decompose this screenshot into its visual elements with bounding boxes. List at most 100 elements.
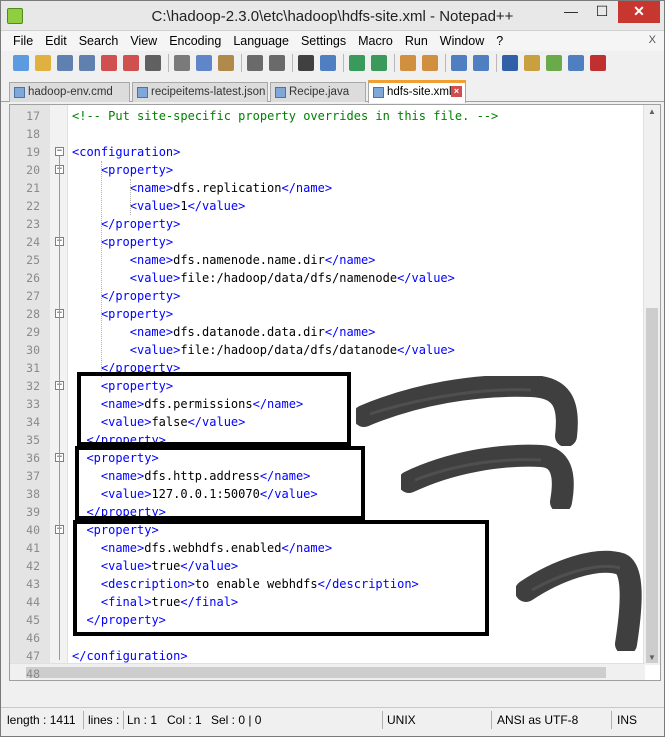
code-line[interactable]: 18 bbox=[10, 125, 646, 143]
xml-tag: <property> bbox=[100, 163, 174, 177]
line-number: 37 bbox=[26, 469, 40, 483]
code-text: <property> bbox=[101, 305, 173, 323]
save-icon[interactable] bbox=[57, 55, 73, 71]
tab-label: hadoop-env.cmd bbox=[28, 86, 113, 98]
indent-guide bbox=[100, 161, 102, 377]
menu-item-settings[interactable]: Settings bbox=[295, 34, 352, 48]
tab-hadoop-env-cmd[interactable]: hadoop-env.cmd bbox=[9, 82, 130, 102]
xml-tag: </value> bbox=[187, 199, 246, 213]
status-lines: lines : 48 bbox=[88, 713, 122, 727]
xml-text: dfs.replication bbox=[173, 181, 282, 195]
show-all-icon[interactable] bbox=[473, 55, 489, 71]
doc-map-icon[interactable] bbox=[546, 55, 562, 71]
code-line[interactable]: 28−<property> bbox=[10, 305, 646, 323]
line-number: 48 bbox=[26, 667, 40, 681]
close-all-icon[interactable] bbox=[123, 55, 139, 71]
code-text: <property> bbox=[101, 161, 173, 179]
minimize-button[interactable]: — bbox=[558, 1, 584, 23]
open-file-icon[interactable] bbox=[35, 55, 51, 71]
xml-tag: <value> bbox=[129, 199, 181, 213]
status-selection: Sel : 0 | 0 bbox=[211, 713, 262, 727]
tab-recipeitems-latest-json[interactable]: recipeitems-latest.json bbox=[132, 82, 268, 102]
line-number: 30 bbox=[26, 343, 40, 357]
code-line[interactable]: 27 </property> bbox=[10, 287, 646, 305]
new-file-icon[interactable] bbox=[13, 55, 29, 71]
code-line[interactable]: 17 <!-- Put site-specific property overri… bbox=[10, 107, 646, 125]
user-lang-icon[interactable] bbox=[524, 55, 540, 71]
menu-item-encoding[interactable]: Encoding bbox=[163, 34, 227, 48]
zoom-out-icon[interactable] bbox=[371, 55, 387, 71]
function-list-icon[interactable] bbox=[568, 55, 584, 71]
menu-item-edit[interactable]: Edit bbox=[39, 34, 73, 48]
status-eol-format: UNIX bbox=[387, 713, 416, 727]
sync-h-icon[interactable] bbox=[422, 55, 438, 71]
menu-item-run[interactable]: Run bbox=[399, 34, 434, 48]
menu-item-macro[interactable]: Macro bbox=[352, 34, 399, 48]
code-line[interactable]: 22 <value>1</value> bbox=[10, 197, 646, 215]
menu-item-view[interactable]: View bbox=[124, 34, 163, 48]
line-number: 18 bbox=[26, 127, 40, 141]
vertical-scroll-thumb[interactable] bbox=[646, 308, 658, 663]
tab-hdfs-site-xml[interactable]: hdfs-site.xml × bbox=[368, 80, 466, 103]
line-number: 36 bbox=[26, 451, 40, 465]
scroll-down-arrow-icon[interactable]: ▼ bbox=[646, 651, 658, 665]
code-text: <name>dfs.datanode.data.dir</name> bbox=[130, 323, 376, 341]
find-icon[interactable] bbox=[298, 55, 314, 71]
indent-guide-icon[interactable] bbox=[502, 55, 518, 71]
line-number: 19 bbox=[26, 145, 40, 159]
close-button[interactable]: ✕ bbox=[618, 1, 660, 23]
toolbar bbox=[1, 51, 664, 75]
redo-icon[interactable] bbox=[269, 55, 285, 71]
copy-icon[interactable] bbox=[196, 55, 212, 71]
xml-tag: </name> bbox=[281, 181, 333, 195]
sync-v-icon[interactable] bbox=[400, 55, 416, 71]
code-text: <value>file:/hadoop/data/dfs/namenode</v… bbox=[130, 269, 455, 287]
toolbar-separator bbox=[394, 54, 395, 72]
code-line[interactable]: 21 <name>dfs.replication</name> bbox=[10, 179, 646, 197]
print-icon[interactable] bbox=[145, 55, 161, 71]
paste-icon[interactable] bbox=[218, 55, 234, 71]
line-number: 33 bbox=[26, 397, 40, 411]
xml-text: file:/hadoop/data/dfs/namenode bbox=[180, 271, 398, 285]
code-line[interactable]: 19 − <configuration> bbox=[10, 143, 646, 161]
menu-item-language[interactable]: Language bbox=[227, 34, 295, 48]
close-document-icon[interactable]: X bbox=[649, 34, 656, 46]
xml-comment: <!-- Put site-specific property override… bbox=[72, 109, 499, 123]
code-line[interactable]: 29 <name>dfs.datanode.data.dir</name> bbox=[10, 323, 646, 341]
code-line[interactable]: 20−<property> bbox=[10, 161, 646, 179]
tab-recipe-java[interactable]: Recipe.java bbox=[270, 82, 366, 102]
code-line[interactable]: 24−<property> bbox=[10, 233, 646, 251]
zoom-in-icon[interactable] bbox=[349, 55, 365, 71]
line-number: 46 bbox=[26, 631, 40, 645]
menu-item-search[interactable]: Search bbox=[73, 34, 125, 48]
tab-close-icon[interactable]: × bbox=[451, 86, 462, 97]
undo-icon[interactable] bbox=[247, 55, 263, 71]
code-text: <value>file:/hadoop/data/dfs/datanode</v… bbox=[130, 341, 455, 359]
status-divider bbox=[611, 711, 612, 729]
code-text: </configuration> bbox=[72, 647, 188, 665]
menu-item-file[interactable]: File bbox=[7, 34, 39, 48]
status-divider bbox=[491, 711, 492, 729]
save-all-icon[interactable] bbox=[79, 55, 95, 71]
title-bar[interactable]: C:\hadoop-2.3.0\etc\hadoop\hdfs-site.xml… bbox=[1, 1, 664, 31]
maximize-button[interactable]: ☐ bbox=[588, 1, 616, 23]
xml-tag: </property> bbox=[100, 217, 181, 231]
scroll-up-arrow-icon[interactable]: ▲ bbox=[646, 105, 658, 119]
menu-item-window[interactable]: Window bbox=[434, 34, 490, 48]
code-line[interactable]: 23 </property> bbox=[10, 215, 646, 233]
menu-item-help[interactable]: ? bbox=[490, 34, 509, 48]
fold-toggle-icon[interactable]: − bbox=[55, 147, 64, 156]
close-icon[interactable] bbox=[101, 55, 117, 71]
toolbar-separator bbox=[343, 54, 344, 72]
replace-icon[interactable] bbox=[320, 55, 336, 71]
code-line[interactable]: 48 bbox=[10, 665, 646, 681]
code-line[interactable]: 26 <value>file:/hadoop/data/dfs/namenode<… bbox=[10, 269, 646, 287]
macro-record-icon[interactable] bbox=[590, 55, 606, 71]
cut-icon[interactable] bbox=[174, 55, 190, 71]
code-line[interactable]: 30 <value>file:/hadoop/data/dfs/datanode<… bbox=[10, 341, 646, 359]
code-line[interactable]: 25 <name>dfs.namenode.name.dir</name> bbox=[10, 251, 646, 269]
wrap-icon[interactable] bbox=[451, 55, 467, 71]
line-number: 32 bbox=[26, 379, 40, 393]
line-number: 23 bbox=[26, 217, 40, 231]
status-bar: length : 1411 lines : 48 Ln : 1 Col : 1 … bbox=[1, 707, 664, 731]
